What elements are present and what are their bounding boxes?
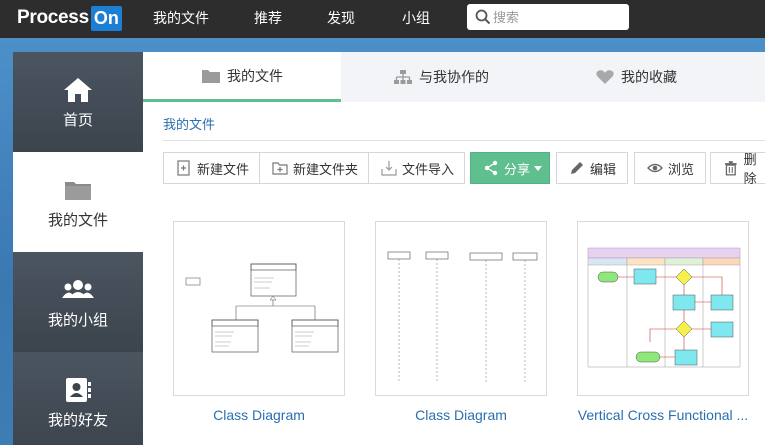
share-button[interactable]: 分享 <box>470 152 550 184</box>
file-title[interactable]: Class Diagram <box>163 407 355 423</box>
edit-button[interactable]: 编辑 <box>556 152 628 184</box>
new-file-label: 新建文件 <box>197 161 250 177</box>
new-folder-label: 新建文件夹 <box>293 161 359 177</box>
folder-icon <box>65 182 91 200</box>
browse-button[interactable]: 浏览 <box>634 152 706 184</box>
top-bar: Process On 我的文件 推荐 发现 小组 <box>0 0 765 38</box>
edit-label: 编辑 <box>590 161 617 177</box>
search-box[interactable] <box>467 4 629 30</box>
nav-groups[interactable]: 小组 <box>402 0 430 38</box>
new-file-icon <box>177 160 190 176</box>
main-panel: 我的文件 与我协作的 我的收藏 我的文件 新建文件 新建文件夹 文件导入 分享 … <box>143 52 765 445</box>
file-title[interactable]: Class Diagram <box>365 407 557 423</box>
tab-label: 我的文件 <box>227 67 283 84</box>
sidebar-item-label: 我的小组 <box>47 312 108 329</box>
delete-button[interactable]: 删除 <box>710 152 765 186</box>
sidebar-item-label: 我的文件 <box>47 212 108 229</box>
file-title[interactable]: Vertical Cross Functional ... <box>567 407 759 423</box>
nav-recommend[interactable]: 推荐 <box>254 0 282 38</box>
divider <box>163 140 765 141</box>
import-label: 文件导入 <box>402 161 455 177</box>
logo-badge: On <box>90 5 122 31</box>
sidebar-item-my-files[interactable]: 我的文件 <box>13 152 143 252</box>
new-folder-button[interactable]: 新建文件夹 <box>259 152 369 184</box>
class-diagram-thumbnail <box>185 263 339 353</box>
search-input[interactable] <box>493 7 623 27</box>
import-file-button[interactable]: 文件导入 <box>368 152 465 184</box>
tab-bar: 我的文件 与我协作的 我的收藏 <box>143 52 765 102</box>
file-thumbnail[interactable] <box>173 221 345 396</box>
breadcrumb[interactable]: 我的文件 <box>163 114 215 133</box>
pencil-icon <box>571 162 583 174</box>
import-icon <box>381 161 397 176</box>
file-thumbnail[interactable] <box>375 221 547 396</box>
sidebar-item-my-groups[interactable]: 我的小组 <box>13 252 143 352</box>
delete-label: 删除 <box>743 152 757 186</box>
tab-collaborating[interactable]: 与我协作的 <box>341 52 541 102</box>
tab-label: 我的收藏 <box>621 69 677 85</box>
trash-icon <box>724 161 737 176</box>
sidebar-item-label: 首页 <box>62 112 93 129</box>
share-label: 分享 <box>504 161 531 177</box>
folder-icon <box>202 69 220 83</box>
processon-logo[interactable]: Process On <box>17 5 122 31</box>
nav-my-files[interactable]: 我的文件 <box>153 0 209 38</box>
contact-card-icon <box>66 378 91 402</box>
chevron-down-icon <box>534 166 543 171</box>
search-icon[interactable] <box>475 9 491 25</box>
sidebar-item-my-friends[interactable]: 我的好友 <box>13 352 143 445</box>
home-icon <box>64 78 92 102</box>
new-folder-icon <box>272 162 288 175</box>
sidebar-item-label: 我的好友 <box>47 412 108 429</box>
group-icon <box>62 280 94 298</box>
sidebar-item-home[interactable]: 首页 <box>13 52 143 152</box>
tab-label: 与我协作的 <box>419 69 489 85</box>
file-thumbnail[interactable] <box>577 221 749 396</box>
eye-icon <box>647 163 663 173</box>
hierarchy-icon <box>394 70 412 84</box>
heart-icon <box>596 70 614 84</box>
browse-label: 浏览 <box>668 161 695 177</box>
new-file-button[interactable]: 新建文件 <box>163 152 260 184</box>
nav-discover[interactable]: 发现 <box>327 0 355 38</box>
sidebar: 首页 我的文件 我的小组 我的好友 <box>13 52 143 445</box>
tab-my-files[interactable]: 我的文件 <box>143 52 341 102</box>
cross-functional-thumbnail <box>587 247 741 368</box>
sequence-diagram-thumbnail <box>387 251 538 382</box>
share-icon <box>484 160 498 176</box>
tab-favorites[interactable]: 我的收藏 <box>541 52 731 102</box>
logo-text: Process <box>17 7 89 28</box>
